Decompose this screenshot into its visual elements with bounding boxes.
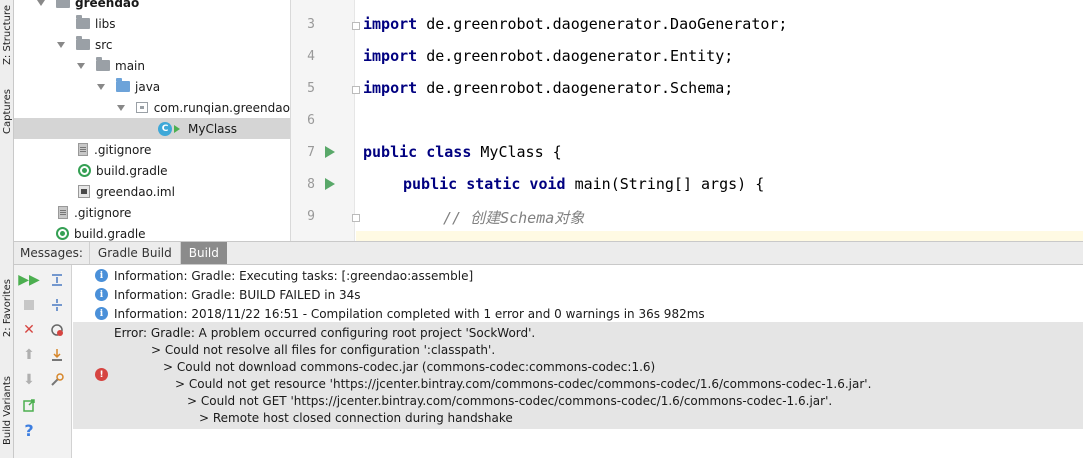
text-file-icon [58, 206, 68, 219]
folder-icon [76, 15, 90, 29]
tab-gradle-build[interactable]: Gradle Build [88, 242, 180, 264]
line-number: 4 [307, 49, 315, 64]
line-number: 8 [307, 177, 315, 192]
build-variants-tab[interactable]: Build Variants [0, 362, 14, 458]
run-marker-icon [174, 124, 180, 133]
chevron-down-icon[interactable] [56, 40, 66, 50]
messages-list: i Information: Gradle: Executing tasks: … [73, 265, 1083, 458]
line-number: 9 [307, 209, 315, 224]
fold-marker-icon[interactable] [352, 214, 360, 222]
code-line-3: import de.greenrobot.daogenerator.DaoGen… [363, 15, 788, 33]
left-tool-strip: Z: Structure Captures 2: Favorites Build… [0, 0, 14, 458]
code-line-7: public class MyClass { [363, 143, 562, 161]
module-file-icon [78, 185, 90, 198]
code-line-5: import de.greenrobot.daogenerator.Schema… [363, 79, 734, 97]
tab-build[interactable]: Build [179, 242, 227, 264]
folder-icon [56, 0, 70, 8]
folder-icon [76, 36, 90, 50]
info-icon: i [95, 269, 108, 282]
tree-item-package[interactable]: com.runqian.greendao [14, 97, 290, 118]
run-class-icon[interactable] [325, 146, 335, 158]
tree-item-root-build-gradle[interactable]: build.gradle [14, 223, 290, 241]
line-number: 5 [307, 81, 315, 96]
folder-icon [96, 57, 110, 71]
fold-marker-icon[interactable] [352, 22, 360, 30]
tree-item-myclass[interactable]: C MyClass [14, 118, 290, 139]
filter-icon[interactable] [48, 321, 66, 339]
tree-item-java[interactable]: java [14, 76, 290, 97]
messages-header: Messages: Gradle Build Build [14, 241, 1083, 265]
chevron-down-icon[interactable] [116, 103, 126, 113]
tree-item-libs[interactable]: libs [14, 13, 290, 34]
tree-item-root-gitignore[interactable]: .gitignore [14, 202, 290, 223]
code-line-4: import de.greenrobot.daogenerator.Entity… [363, 47, 734, 65]
info-icon: i [95, 307, 108, 320]
list-item[interactable]: i Information: 2018/11/22 16:51 - Compil… [73, 304, 1083, 323]
text-file-icon [78, 143, 88, 156]
structure-tab[interactable]: Z: Structure [0, 0, 14, 70]
error-message[interactable]: ! Error: Gradle: A problem occurred conf… [73, 322, 1083, 429]
tree-item-greendao-iml[interactable]: greendao.iml [14, 181, 290, 202]
line-number: 3 [307, 17, 315, 32]
info-icon: i [95, 288, 108, 301]
list-item[interactable]: i Information: Gradle: BUILD FAILED in 3… [73, 285, 1083, 304]
code-line-9: // 创建Schema对象 [443, 209, 585, 227]
java-class-icon: C [158, 121, 172, 136]
tree-item-gitignore[interactable]: .gitignore [14, 139, 290, 160]
tree-item-main[interactable]: main [14, 55, 290, 76]
export-icon[interactable] [48, 346, 66, 364]
open-in-editor-icon[interactable] [20, 396, 38, 414]
project-tree: greendao libs src main java com.runqian.… [14, 0, 290, 241]
run-main-icon[interactable] [325, 178, 335, 190]
code-line-8: public static void main(String[] args) { [403, 175, 765, 193]
chevron-down-icon[interactable] [76, 61, 86, 71]
help-icon[interactable]: ? [20, 421, 38, 440]
collapse-all-icon[interactable] [48, 296, 66, 314]
close-icon[interactable]: ✕ [20, 321, 38, 339]
next-icon[interactable]: ⬇ [20, 371, 38, 389]
list-item[interactable]: i Information: Gradle: Executing tasks: … [73, 266, 1083, 285]
expand-all-icon[interactable] [48, 271, 66, 289]
code-editor[interactable]: 3 4 5 6 7 8 9 import de.greenrobot.daoge… [290, 0, 1083, 241]
line-number: 6 [307, 113, 315, 128]
previous-icon[interactable]: ⬆ [20, 346, 38, 364]
stop-icon[interactable] [20, 296, 38, 314]
gradle-icon [78, 164, 91, 177]
rerun-icon[interactable]: ▶▶ [18, 271, 40, 289]
fold-marker-icon[interactable] [352, 86, 360, 94]
favorites-tab[interactable]: 2: Favorites [0, 268, 14, 348]
package-icon [135, 102, 148, 113]
line-number: 7 [307, 145, 315, 160]
tree-item-build-gradle[interactable]: build.gradle [14, 160, 290, 181]
messages-toolbar: ▶▶ ✕ ⬆ ⬇ ? [14, 265, 72, 458]
settings-icon[interactable] [48, 371, 66, 389]
caret-line-highlight [356, 231, 1083, 241]
chevron-down-icon[interactable] [96, 82, 106, 92]
editor-gutter: 3 4 5 6 7 8 9 [291, 0, 355, 241]
tree-item-greendao[interactable]: greendao [14, 0, 290, 13]
gradle-icon [56, 227, 69, 240]
source-folder-icon [116, 78, 130, 92]
captures-tab[interactable]: Captures [0, 76, 14, 146]
messages-label: Messages: [20, 246, 83, 260]
tree-item-src[interactable]: src [14, 34, 290, 55]
error-icon: ! [95, 368, 108, 381]
chevron-down-icon[interactable] [36, 0, 46, 8]
